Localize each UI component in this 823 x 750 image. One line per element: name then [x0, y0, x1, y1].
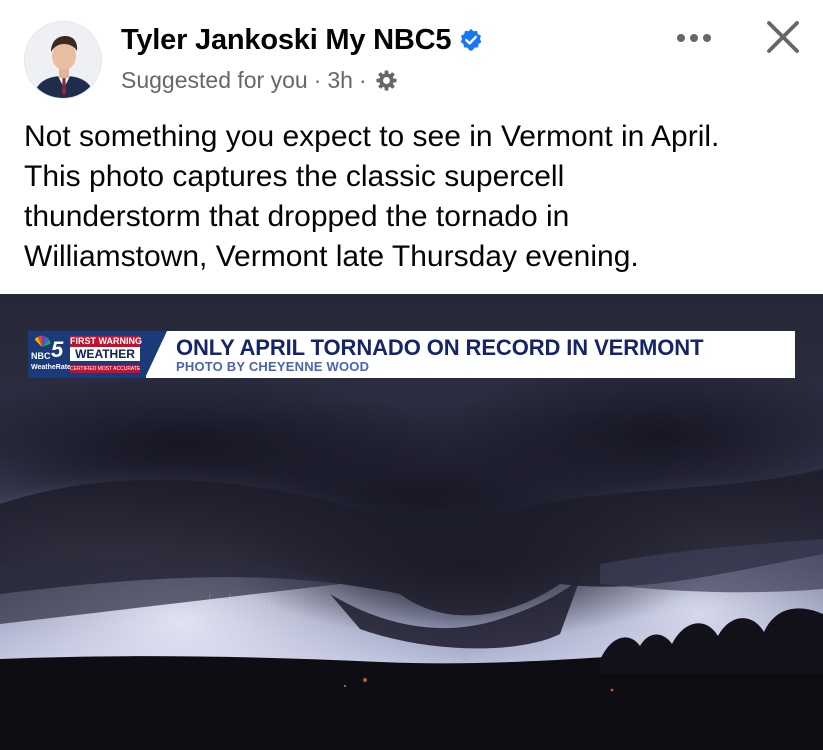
post-text-line: Williamstown, Vermont late Thursday even… [24, 240, 639, 273]
news-headline: ONLY APRIL TORNADO ON RECORD IN VERMONT [176, 335, 704, 360]
suggested-label: Suggested for you [121, 66, 308, 93]
author-row: Tyler Jankoski My NBC5 [121, 22, 483, 58]
more-options-button[interactable] [670, 22, 718, 54]
gear-icon[interactable] [375, 69, 398, 92]
post-meta: Suggested for you · 3h · [121, 64, 398, 96]
post-text-line: Not something you expect to see in Vermo… [24, 120, 720, 153]
more-options-icon [677, 34, 711, 42]
meta-separator: · [358, 66, 367, 93]
station-logo: NBC 5 FIRST WARNING WEATHER WeatheRate C… [28, 331, 146, 378]
meta-separator: · [313, 66, 322, 93]
weatherate-label: WeatheRate [31, 364, 71, 371]
news-lower-third: NBC 5 FIRST WARNING WEATHER WeatheRate C… [28, 331, 795, 378]
first-warning-label: FIRST WARNING [70, 336, 142, 347]
author-avatar[interactable] [24, 21, 102, 99]
post-timestamp[interactable]: 3h [327, 67, 353, 94]
avatar-image [25, 22, 101, 98]
station-number: 5 [51, 337, 64, 362]
post-text-line: This photo captures the classic supercel… [24, 160, 565, 193]
verified-badge-icon [459, 28, 483, 52]
post-photo[interactable]: NBC 5 FIRST WARNING WEATHER WeatheRate C… [0, 294, 823, 750]
headline-panel: ONLY APRIL TORNADO ON RECORD IN VERMONT … [145, 331, 795, 378]
nbc-peacock-icon [35, 335, 51, 347]
post-header: Tyler Jankoski My NBC5 Suggested for you… [0, 0, 823, 118]
close-icon [767, 21, 799, 53]
author-name[interactable]: Tyler Jankoski My NBC5 [121, 24, 452, 57]
weather-label: WEATHER [70, 347, 140, 361]
nbc-label: NBC [31, 351, 51, 361]
post-message: Not something you expect to see in Vermo… [24, 117, 804, 277]
close-button[interactable] [760, 14, 806, 60]
accuracy-tag: CERTIFIED MOST ACCURATE [70, 365, 141, 373]
photo-credit: PHOTO BY CHEYENNE WOOD [176, 359, 370, 374]
post-text-line: thunderstorm that dropped the tornado in [24, 200, 570, 233]
